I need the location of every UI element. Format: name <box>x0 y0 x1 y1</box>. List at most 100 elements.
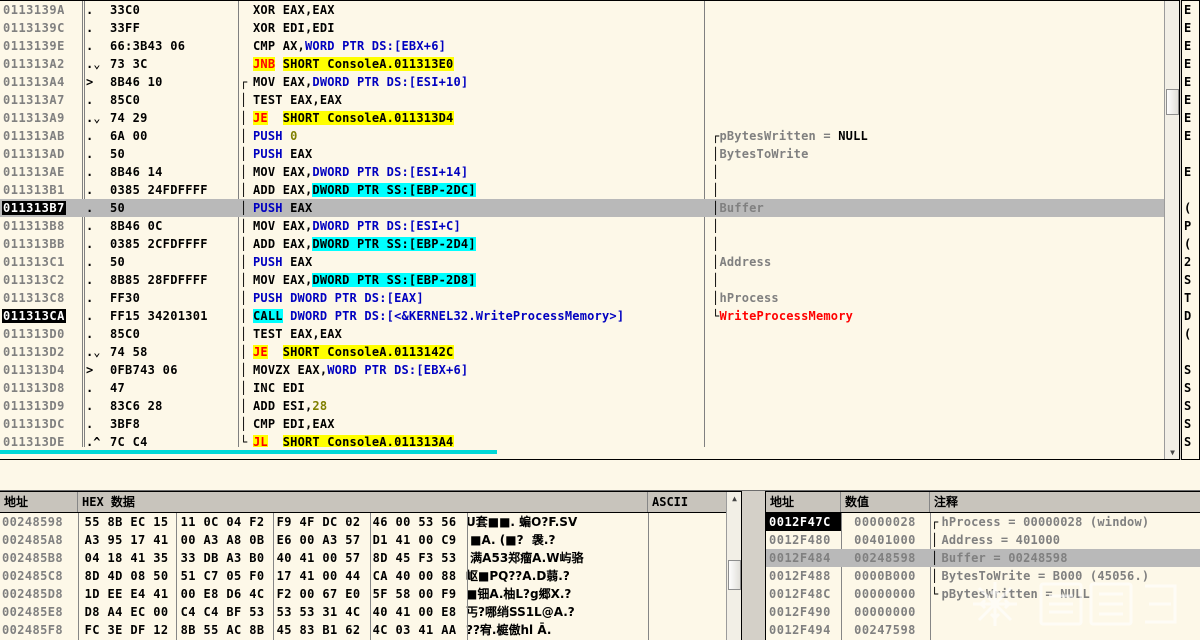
dump-byte-group[interactable]: 8D 45 F3 53 <box>365 549 461 567</box>
register-row-cropped[interactable]: E <box>1182 37 1199 55</box>
stack-address[interactable]: 0012F48C <box>766 585 841 603</box>
dump-address[interactable]: 002485D8 <box>0 585 77 603</box>
register-row-cropped[interactable]: E <box>1182 109 1199 127</box>
dump-byte-group[interactable]: 11 0C 04 F2 <box>173 513 269 531</box>
dump-address[interactable]: 00248598 <box>0 513 77 531</box>
dump-byte-group[interactable]: 55 8B EC 15 <box>77 513 173 531</box>
instruction-bytes[interactable]: 33C0 <box>110 1 238 19</box>
instruction-address[interactable]: 011313A4 <box>2 73 78 91</box>
register-row-cropped[interactable]: E <box>1182 1 1199 19</box>
instruction-text[interactable]: CMP AX,WORD PTR DS:[EBX+6] <box>253 37 446 55</box>
instruction-address[interactable]: 011313D4 <box>2 361 78 379</box>
register-row-cropped[interactable]: S <box>1182 271 1199 289</box>
disassembly-row[interactable]: 011313D8. 47 │ INC EDI <box>0 379 1179 397</box>
breakpoint-marker-icon[interactable]: . <box>86 325 108 343</box>
stack-row[interactable]: 0012F48C 00000000 └ pBytesWritten = NULL <box>766 585 1200 603</box>
register-row-cropped[interactable] <box>1182 145 1199 163</box>
dump-ascii[interactable]: 丐?哪绡SS1L@A.? <box>461 603 575 621</box>
instruction-comment[interactable]: │Buffer <box>712 199 764 217</box>
breakpoint-marker-icon[interactable]: . <box>86 271 108 289</box>
instruction-address[interactable]: 011313A9 <box>2 109 78 127</box>
instruction-address[interactable]: 011313D2 <box>2 343 78 361</box>
memory-dump-pane[interactable]: 地址 HEX 数据 ASCII 00248598 55 8B EC 15 11 … <box>0 491 742 640</box>
register-row-cropped[interactable]: S <box>1182 415 1199 433</box>
dump-byte-group[interactable]: 40 41 00 57 <box>269 549 365 567</box>
disassembly-row[interactable]: 011313A4 >8B46 10 ┌ MOV EAX,DWORD PTR DS:[E… <box>0 73 1179 91</box>
disassembly-row[interactable]: 011313D9. 83C6 28 │ ADD ESI,28 <box>0 397 1179 415</box>
breakpoint-marker-icon[interactable]: . <box>86 91 108 109</box>
dump-byte-group[interactable]: FC 3E DF 12 <box>77 621 173 639</box>
stack-comment[interactable]: │ Address = 401000 <box>929 531 1060 549</box>
breakpoint-marker-icon[interactable]: > <box>86 361 108 379</box>
stack-row[interactable]: 0012F488 0000B000 │ BytesToWrite = B000 (45… <box>766 567 1200 585</box>
register-row-cropped[interactable]: E <box>1182 55 1199 73</box>
breakpoint-marker-icon[interactable]: .⌄ <box>86 109 108 127</box>
stack-comment[interactable]: └ pBytesWritten = NULL <box>929 585 1090 603</box>
register-row-cropped[interactable] <box>1182 343 1199 361</box>
instruction-bytes[interactable]: 50 <box>110 199 238 217</box>
register-row-cropped[interactable]: S <box>1182 433 1199 451</box>
breakpoint-marker-icon[interactable]: . <box>86 415 108 433</box>
stack-header-value[interactable]: 数值 <box>841 492 930 512</box>
instruction-comment[interactable]: └WriteProcessMemory <box>712 307 853 325</box>
stack-comment[interactable] <box>929 621 941 639</box>
stack-row[interactable]: 0012F480 00401000 │ Address = 401000 <box>766 531 1200 549</box>
stack-comment[interactable] <box>929 603 941 621</box>
stack-address[interactable]: 0012F494 <box>766 621 841 639</box>
breakpoint-marker-icon[interactable]: . <box>86 1 108 19</box>
disassembly-row[interactable]: 0113139A. 33C0 XOR EAX,EAX <box>0 1 1179 19</box>
instruction-bytes[interactable]: 0385 24FDFFFF <box>110 181 238 199</box>
dump-byte-group[interactable]: C4 C4 BF 53 <box>173 603 269 621</box>
register-row-cropped[interactable]: S <box>1182 379 1199 397</box>
instruction-text[interactable]: ADD EAX,DWORD PTR SS:[EBP-2D4] <box>253 235 476 253</box>
dump-ascii[interactable]: ■钿A.柚L?g郷X.? <box>461 585 571 603</box>
dump-byte-group[interactable]: 53 53 31 4C <box>269 603 365 621</box>
breakpoint-marker-icon[interactable]: . <box>86 181 108 199</box>
instruction-bytes[interactable]: FF30 <box>110 289 238 307</box>
register-row-cropped[interactable]: ( <box>1182 325 1199 343</box>
scroll-down-arrow-icon[interactable]: ▼ <box>1166 448 1179 457</box>
disassembly-row[interactable]: 011313B8. 8B46 0C │ MOV EAX,DWORD PTR DS:[E… <box>0 217 1179 235</box>
dump-address[interactable]: 002485E8 <box>0 603 77 621</box>
breakpoint-marker-icon[interactable]: . <box>86 163 108 181</box>
instruction-address[interactable]: 011313BB <box>2 235 78 253</box>
instruction-bytes[interactable]: 0385 2CFDFFFF <box>110 235 238 253</box>
instruction-text[interactable]: CMP EDI,EAX <box>253 415 335 433</box>
breakpoint-marker-icon[interactable]: .⌄ <box>86 343 108 361</box>
stack-row-list[interactable]: 0012F47C 00000028 ┌ hProcess = 00000028 (wi… <box>766 513 1200 639</box>
disassembly-row[interactable]: 011313A9 .⌄ 74 29 │ JE SHORT ConsoleA.011313… <box>0 109 1179 127</box>
breakpoint-marker-icon[interactable]: . <box>86 307 108 325</box>
dump-header-ascii[interactable]: ASCII <box>648 492 727 512</box>
instruction-address[interactable]: 011313B1 <box>2 181 78 199</box>
stack-value[interactable]: 0000B000 <box>841 567 929 585</box>
disassembly-row[interactable]: 0113139C. 33FF XOR EDI,EDI <box>0 19 1179 37</box>
instruction-text[interactable]: MOV EAX,DWORD PTR SS:[EBP-2D8] <box>253 271 476 289</box>
stack-address[interactable]: 0012F484 <box>766 549 841 567</box>
instruction-comment[interactable]: │ <box>712 181 719 199</box>
instruction-address[interactable]: 0113139C <box>2 19 78 37</box>
register-row-cropped[interactable]: 2 <box>1182 253 1199 271</box>
breakpoint-marker-icon[interactable]: . <box>86 37 108 55</box>
disassembly-hscrollbar[interactable] <box>0 447 1164 459</box>
scroll-up-arrow-icon[interactable]: ▲ <box>728 494 741 503</box>
instruction-address[interactable]: 011313B7 <box>2 199 78 217</box>
instruction-text[interactable]: PUSH DWORD PTR DS:[EAX] <box>253 289 424 307</box>
instruction-bytes[interactable]: 8B46 0C <box>110 217 238 235</box>
register-row-cropped[interactable]: D <box>1182 307 1199 325</box>
disassembly-row[interactable]: 011313D4 >0FB743 06 │ MOVZX EAX,WORD PTR DS… <box>0 361 1179 379</box>
register-row-cropped[interactable]: P <box>1182 217 1199 235</box>
instruction-text[interactable]: PUSH 0 <box>253 127 298 145</box>
register-row-cropped[interactable]: S <box>1182 361 1199 379</box>
dump-ascii[interactable]: 岖■PQ??A.D蒻.? <box>461 567 570 585</box>
instruction-text[interactable]: MOV EAX,DWORD PTR DS:[ESI+10] <box>253 73 468 91</box>
register-row-cropped[interactable] <box>1182 181 1199 199</box>
instruction-text[interactable]: TEST EAX,EAX <box>253 325 342 343</box>
instruction-comment[interactable]: ┌pBytesWritten = NULL <box>712 127 868 145</box>
registers-pane-cropped[interactable]: E E E E E E E E E(P(2 S T D(S S S S S <box>1181 0 1200 460</box>
instruction-address[interactable]: 011313D0 <box>2 325 78 343</box>
instruction-text[interactable]: ADD ESI,28 <box>253 397 327 415</box>
instruction-comment[interactable]: │hProcess <box>712 289 779 307</box>
instruction-bytes[interactable]: 85C0 <box>110 91 238 109</box>
instruction-address[interactable]: 011313A7 <box>2 91 78 109</box>
instruction-comment[interactable]: │ <box>712 163 719 181</box>
